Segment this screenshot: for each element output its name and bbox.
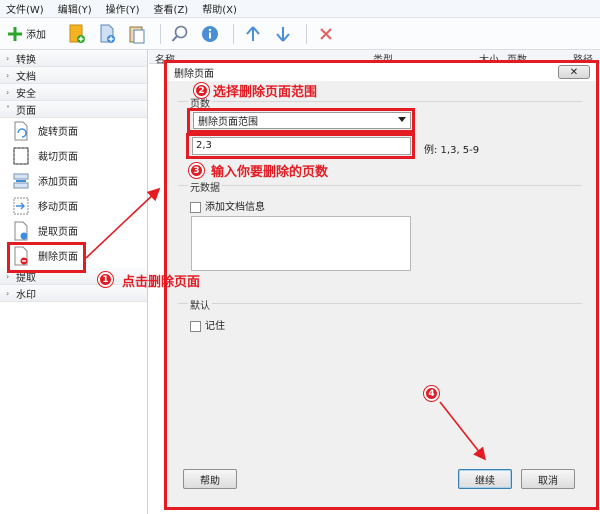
move-down-button[interactable]: [270, 21, 296, 47]
sidebar-item-add-page[interactable]: 添加页面: [0, 168, 147, 193]
plus-icon: [8, 26, 22, 41]
rotate-page-icon: [14, 121, 28, 140]
range-select-highlight-box: [187, 108, 415, 133]
toolbar-separator: [306, 23, 307, 44]
step-1-badge: 1: [98, 272, 113, 287]
move-page-icon: [13, 197, 29, 214]
clipboard-icon: [129, 26, 145, 43]
search-button[interactable]: [167, 21, 193, 47]
sidebar-item-crop-page[interactable]: 裁切页面: [0, 143, 147, 168]
sidebar-category-label: 水印: [16, 289, 36, 301]
sidebar-item-label: 提取页面: [38, 227, 78, 238]
sidebar-item-label: 旋转页面: [38, 127, 78, 138]
sidebar-category-label: 安全: [16, 88, 36, 100]
add-file-button[interactable]: [94, 21, 120, 47]
folder-add-icon: [69, 24, 85, 43]
toolbar-separator: [233, 23, 234, 44]
toolbar: 添加: [0, 18, 600, 50]
add-button-label: 添加: [26, 30, 46, 41]
sidebar-category-security[interactable]: › 安全: [0, 84, 147, 101]
add-page-icon: [13, 173, 29, 188]
menu-edit[interactable]: 编辑(Y): [58, 1, 92, 16]
sidebar-item-label: 移动页面: [38, 202, 78, 213]
move-up-button[interactable]: [240, 21, 266, 47]
menu-help[interactable]: 帮助(X): [202, 1, 237, 16]
step-3-badge: 3: [189, 163, 204, 178]
arrow-up-icon: [246, 25, 260, 41]
arrow-down-icon: [276, 26, 290, 42]
step-1-text: 点击删除页面: [122, 275, 201, 290]
sidebar-category-pages[interactable]: ˅ 页面: [0, 101, 147, 118]
pages-input-highlight-box: [186, 133, 415, 159]
close-icon: [320, 27, 332, 40]
chevron-right-icon: ›: [6, 53, 10, 63]
paste-button[interactable]: [124, 21, 150, 47]
sidebar-item-move-page[interactable]: 移动页面: [0, 193, 147, 218]
step-2-badge: 2: [194, 83, 209, 98]
step-2-text: 选择删除页面范围: [213, 85, 318, 100]
file-add-icon: [100, 24, 115, 43]
chevron-right-icon: ›: [6, 87, 10, 97]
add-folder-button[interactable]: [64, 21, 90, 47]
add-button[interactable]: 添加: [8, 26, 46, 41]
sidebar-item-label: 裁切页面: [38, 152, 78, 163]
menu-action[interactable]: 操作(Y): [106, 1, 140, 16]
step-3-text: 输入你要删除的页数: [211, 165, 329, 180]
remove-button[interactable]: [313, 21, 339, 47]
chevron-right-icon: ›: [6, 288, 10, 298]
info-icon: [202, 25, 218, 42]
menu-file[interactable]: 文件(W): [6, 1, 44, 16]
sidebar-category-document[interactable]: › 文档: [0, 67, 147, 84]
delete-page-highlight-box: [7, 242, 86, 273]
chevron-right-icon: ›: [6, 70, 10, 80]
sidebar-category-label: 页面: [16, 105, 36, 117]
sidebar-item-extract-page[interactable]: 提取页面: [0, 218, 147, 243]
crop-page-icon: [13, 147, 29, 164]
sidebar-item-rotate-page[interactable]: 旋转页面: [0, 118, 147, 143]
sidebar-category-convert[interactable]: › 转换: [0, 50, 147, 67]
menu-bar: 文件(W) 编辑(Y) 操作(Y) 查看(Z) 帮助(X): [0, 0, 600, 18]
step-4-badge: 4: [424, 386, 439, 401]
info-button[interactable]: [197, 21, 223, 47]
chevron-down-icon: ˅: [6, 104, 10, 114]
extract-page-icon: [14, 221, 28, 240]
sidebar-category-label: 转换: [16, 54, 36, 66]
sidebar-category-label: 文档: [16, 71, 36, 83]
sidebar-item-label: 添加页面: [38, 177, 78, 188]
toolbar-separator: [160, 23, 161, 44]
menu-view[interactable]: 查看(Z): [154, 1, 189, 16]
search-icon: [171, 25, 188, 42]
